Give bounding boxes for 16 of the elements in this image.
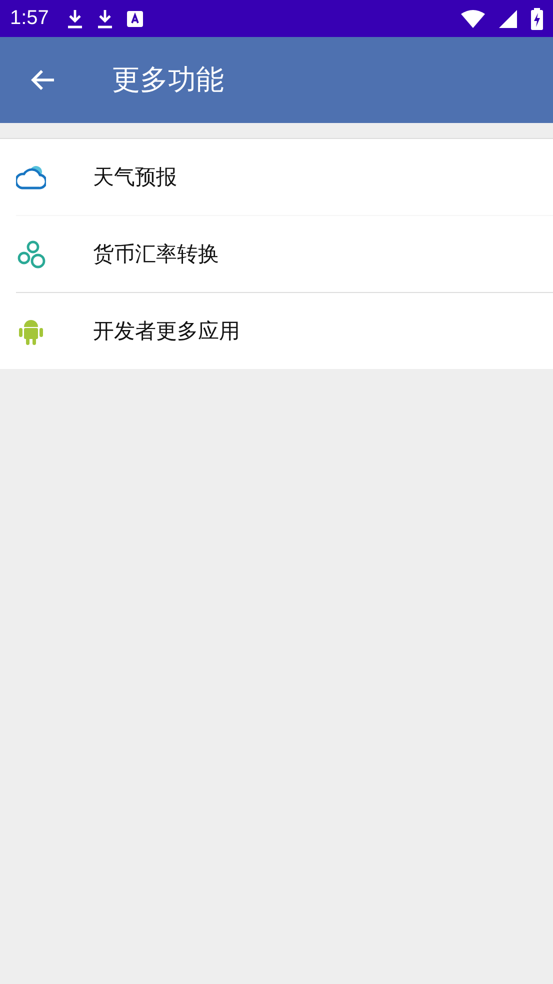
- menu-item-label: 天气预报: [93, 164, 177, 191]
- battery-charging-icon: [531, 8, 543, 30]
- coins-icon: [16, 239, 46, 269]
- menu-item[interactable]: 开发者更多应用: [16, 292, 553, 369]
- app-notification-icon: [126, 10, 143, 26]
- download-icon: [66, 8, 83, 28]
- menu-item[interactable]: 货币汇率转换: [16, 215, 553, 292]
- download-icon: [96, 8, 113, 28]
- page-title: 更多功能: [112, 62, 224, 98]
- status-time: 1:57: [10, 7, 49, 30]
- menu-item-label: 货币汇率转换: [93, 241, 219, 268]
- signal-icon: [499, 10, 517, 28]
- menu-item-label: 开发者更多应用: [93, 318, 240, 345]
- cloud-sun-icon: [16, 163, 46, 191]
- wifi-icon: [461, 10, 485, 28]
- menu-item[interactable]: 天气预报: [16, 139, 553, 215]
